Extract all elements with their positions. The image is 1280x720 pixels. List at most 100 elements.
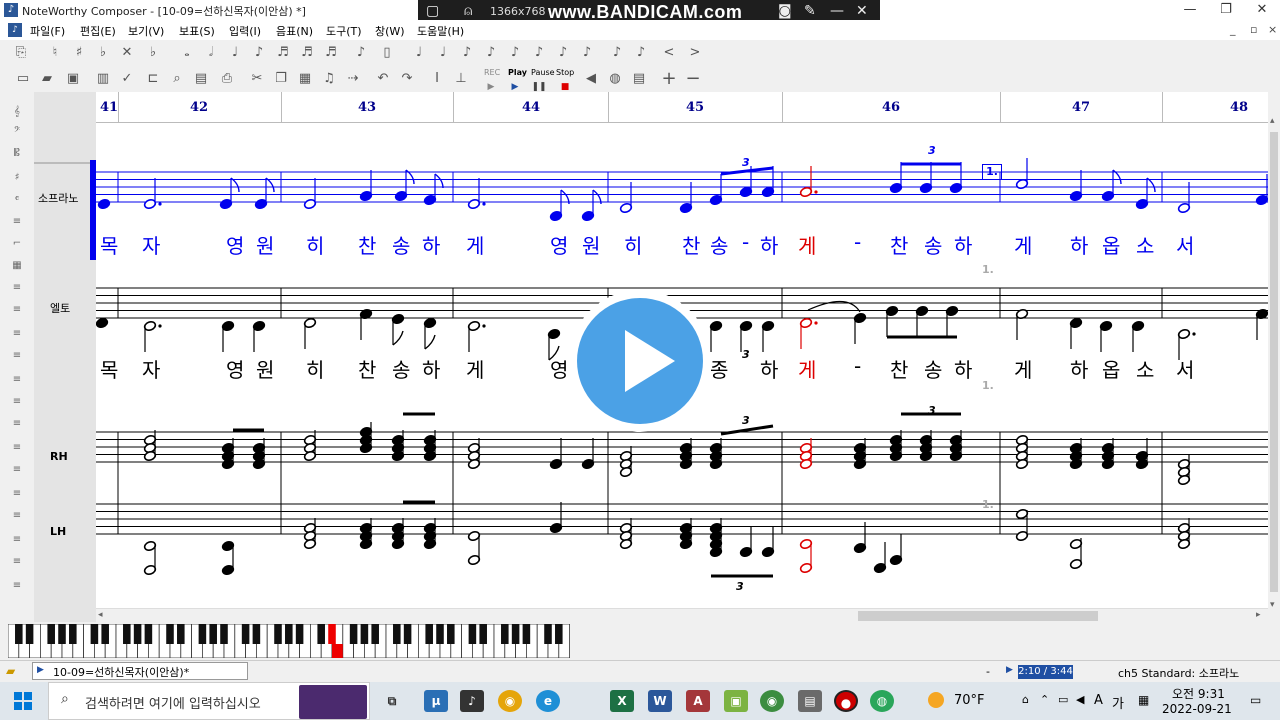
lyric-syllable[interactable]: - xyxy=(854,354,861,378)
piano-black-key[interactable] xyxy=(274,624,282,644)
redo-icon[interactable]: ↷ xyxy=(398,70,416,88)
scroll-left-icon[interactable]: ◂ xyxy=(98,610,103,620)
minimize-recorder-icon[interactable]: — xyxy=(830,3,844,19)
sixty-fourth-note-icon[interactable]: ♬ xyxy=(322,44,340,62)
menu-file[interactable]: 파일(F) xyxy=(30,23,65,39)
piano-black-key[interactable] xyxy=(447,624,455,644)
lyric-syllable[interactable]: 영 xyxy=(226,230,244,259)
piano-white-key-active[interactable] xyxy=(332,644,343,658)
staff-lines-11-icon[interactable]: ≡ xyxy=(7,510,27,522)
piano-black-key[interactable] xyxy=(360,624,369,644)
mdi-close-button[interactable]: × xyxy=(1268,23,1277,36)
sharp-icon[interactable]: ♯ xyxy=(70,44,88,62)
double-flat-icon[interactable]: ♭ xyxy=(144,44,162,62)
lyric-syllable[interactable]: 하 xyxy=(422,354,440,383)
lyric-syllable[interactable]: 영 xyxy=(226,354,244,383)
piano-black-key[interactable] xyxy=(209,624,217,644)
music-paste-icon[interactable]: ♫ xyxy=(320,70,338,88)
vertical-scrollbar[interactable]: ▴ ▾ xyxy=(1268,92,1280,622)
lyric-syllable[interactable]: 송 xyxy=(392,230,410,259)
lyric-syllable[interactable]: 하 xyxy=(760,354,778,383)
piano-black-key[interactable] xyxy=(241,624,250,644)
lyric-syllable-current[interactable]: 게 xyxy=(798,230,816,259)
speaker-icon[interactable]: ◀ xyxy=(582,70,600,88)
staff-properties-icon[interactable]: ⎘ xyxy=(12,44,30,62)
staff-lines-10-icon[interactable]: ≡ xyxy=(7,488,27,500)
piano-black-key[interactable] xyxy=(252,624,261,644)
piano-black-key[interactable] xyxy=(522,624,531,644)
staff-lines-12-icon[interactable]: ≡ xyxy=(7,534,27,546)
mdi-restore-button[interactable]: ▫ xyxy=(1250,23,1257,36)
weather-temperature[interactable]: 70°F xyxy=(954,693,985,708)
excel-icon[interactable]: X xyxy=(610,690,634,712)
piano-black-key[interactable] xyxy=(511,624,520,644)
alto-clef-icon[interactable]: 𝄡 xyxy=(7,148,27,160)
minimize-button[interactable]: — xyxy=(1172,0,1208,20)
lyric-syllable[interactable]: 옵 xyxy=(1102,230,1120,259)
lyric-syllable[interactable]: 소 xyxy=(1136,354,1154,383)
lyric-syllable[interactable]: 자 xyxy=(142,354,160,383)
chrome-icon[interactable]: ◉ xyxy=(498,690,522,712)
staff-lines-8-icon[interactable]: ≡ xyxy=(7,442,27,454)
lyric-syllable[interactable]: 히 xyxy=(306,354,324,383)
piano-black-key[interactable] xyxy=(349,624,358,644)
tray-people-icon[interactable]: ⌂ xyxy=(1022,693,1029,706)
lyric-syllable[interactable]: 하 xyxy=(954,230,972,259)
rest-icon[interactable]: ▯ xyxy=(378,44,396,62)
piano-black-key[interactable] xyxy=(544,624,552,644)
pause-button[interactable]: Pause xyxy=(531,68,555,77)
eighth-note-icon[interactable]: ♪ xyxy=(250,44,268,62)
staff-lines-3-icon[interactable]: ≡ xyxy=(7,328,27,340)
piano-black-key[interactable] xyxy=(436,624,444,644)
vertical-scroll-thumb[interactable] xyxy=(1270,132,1278,592)
accent-icon[interactable]: ♪ xyxy=(530,44,548,62)
lyric-syllable[interactable]: 옵 xyxy=(1102,354,1120,383)
piano-black-key[interactable] xyxy=(101,624,109,644)
weather-sun-icon[interactable] xyxy=(928,692,944,708)
scroll-up-icon[interactable]: ▴ xyxy=(1270,116,1275,126)
volume-icon[interactable]: ◀ xyxy=(1076,693,1084,706)
piano-black-key[interactable] xyxy=(58,624,66,644)
staff-label-lh[interactable]: LH xyxy=(50,525,66,538)
lyric-syllable[interactable]: 하 xyxy=(954,354,972,383)
new-file-icon[interactable]: ▭ xyxy=(14,70,32,88)
book-icon[interactable]: ▥ xyxy=(94,70,112,88)
lyric-syllable[interactable]: - xyxy=(854,230,861,254)
stem-icon[interactable]: ♪ xyxy=(632,44,650,62)
cut-icon[interactable]: ✂ xyxy=(248,70,266,88)
piano-black-key[interactable] xyxy=(501,624,509,644)
thirty-second-note-icon[interactable]: ♬ xyxy=(298,44,316,62)
undo-icon[interactable]: ↶ xyxy=(374,70,392,88)
lyric-syllable[interactable]: 원 xyxy=(582,230,600,259)
taskbar-search-box[interactable]: ⌕ 검색하려면 여기에 입력하십시오 xyxy=(48,682,370,720)
staff-lines-icon[interactable]: ≡ xyxy=(7,282,27,294)
clock-time[interactable]: 오전 9:31 xyxy=(1172,685,1225,702)
piano-black-key[interactable] xyxy=(25,624,34,644)
noteworthy-taskbar-icon[interactable]: ♪ xyxy=(460,690,484,712)
zoom-in-icon[interactable]: + xyxy=(660,70,678,88)
windows-start-icon[interactable] xyxy=(14,692,32,710)
ending-icon[interactable]: ⌐ xyxy=(7,238,27,250)
staff-label-soprano[interactable]: 소프라노 xyxy=(38,190,78,206)
lyric-syllable[interactable]: 원 xyxy=(256,230,274,259)
scroll-down-icon[interactable]: ▾ xyxy=(1270,600,1275,610)
piano-black-key[interactable] xyxy=(403,624,412,644)
menu-tools[interactable]: 도구(T) xyxy=(326,23,362,39)
lyric-syllable[interactable]: 하 xyxy=(1070,354,1088,383)
lyric-syllable[interactable]: 찬 xyxy=(890,354,908,383)
lyric-syllable[interactable]: 목 xyxy=(100,354,118,383)
app-mu-icon[interactable]: μ xyxy=(424,690,448,712)
pen-icon[interactable]: ✎ xyxy=(804,3,816,19)
flat-icon[interactable]: ♭ xyxy=(94,44,112,62)
tie-icon[interactable]: ♪ xyxy=(482,44,500,62)
lyric-syllable[interactable]: 히 xyxy=(624,230,642,259)
time-signature-icon[interactable]: 𝄴 xyxy=(7,194,27,206)
chrome-profile-icon[interactable]: ◉ xyxy=(760,690,784,712)
zoom-icon[interactable]: ⌕ xyxy=(168,70,186,88)
piano-black-key[interactable] xyxy=(393,624,401,644)
bar-line-icon[interactable]: ≡ xyxy=(7,216,27,228)
edge-icon[interactable]: e xyxy=(536,690,560,712)
word-icon[interactable]: W xyxy=(648,690,672,712)
piano-black-key[interactable] xyxy=(198,624,207,644)
decrescendo-icon[interactable]: > xyxy=(686,44,704,62)
